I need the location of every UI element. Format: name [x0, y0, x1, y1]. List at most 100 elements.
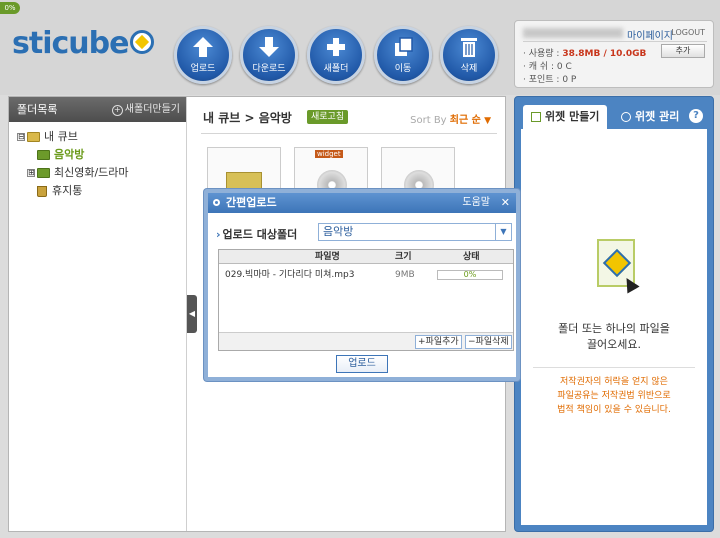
refresh-button[interactable]: 새로고침	[307, 110, 349, 124]
move-button-label: 이동	[394, 64, 412, 74]
cube-logo-icon	[130, 29, 155, 54]
add-file-button[interactable]: +파일추가	[415, 335, 462, 349]
plus-icon	[327, 38, 345, 56]
target-folder-select[interactable]: 음악방 ▼	[318, 223, 512, 241]
download-arrow-icon	[259, 37, 279, 57]
tree-item-label: 내 큐브	[44, 130, 78, 143]
tab-widget-manage-label: 위젯 관리	[635, 110, 680, 123]
expand-toggle[interactable]: ⊞	[27, 169, 35, 177]
dialog-title: 간편업로드	[226, 196, 277, 209]
top-bar: 0% sticube 업로드 다운로드 새폴더 이동 삭제 마이페이지 LOGO…	[0, 0, 720, 95]
dialog-help-link[interactable]: 도움말	[462, 193, 490, 213]
widget-tabs: 위젯 만들기 위젯 관리 ?	[515, 97, 713, 131]
user-name-blurred	[523, 28, 623, 38]
target-folder-label: 업로드 대상폴더	[216, 226, 298, 242]
file-size-cell: 9MB	[395, 270, 415, 280]
folder-sidebar: 폴더목록 새폴더만들기 ⊟ 내 큐브 음악방 ⊞ 최신영화/드라마 휴지통	[9, 97, 187, 531]
file-table-header: 파일명 크기 상태	[219, 250, 513, 264]
move-button[interactable]: 이동	[374, 26, 432, 84]
dialog-header: 간편업로드 도움말 ✕	[208, 193, 516, 213]
tab-widget-make-label: 위젯 만들기	[545, 110, 600, 123]
add-storage-button[interactable]: 추가	[661, 44, 705, 58]
close-icon[interactable]: ✕	[501, 193, 510, 213]
sort-label: Sort By	[410, 115, 447, 126]
chevron-down-icon[interactable]: ▼	[495, 224, 511, 240]
widget-drop-zone[interactable]: 폴더 또는 하나의 파일을 끌어오세요. 저작권자의 허락을 얻지 않은 파일공…	[521, 129, 707, 525]
widget-make-icon	[531, 112, 541, 122]
drop-line-2: 끌어오세요.	[586, 338, 642, 351]
gear-icon	[621, 112, 631, 122]
delete-button[interactable]: 삭제	[440, 26, 498, 84]
tree-item-music[interactable]: 음악방	[17, 146, 186, 164]
move-icon	[395, 37, 413, 56]
logout-link[interactable]: LOGOUT	[671, 28, 705, 37]
upload-button-label: 업로드	[190, 64, 216, 74]
upload-file-table: 파일명 크기 상태 029.빅마마 - 기다리다 미쳐.mp3 9MB 0% +…	[218, 249, 514, 351]
chevron-down-icon: ▼	[484, 116, 491, 126]
download-button[interactable]: 다운로드	[240, 26, 298, 84]
folder-icon	[37, 168, 50, 178]
tree-item-trash[interactable]: 휴지통	[17, 182, 186, 200]
user-panel-divider	[523, 41, 707, 42]
tab-widget-manage[interactable]: 위젯 관리	[613, 105, 687, 129]
dialog-icon	[213, 199, 220, 206]
progress-badge: 0%	[0, 2, 20, 14]
file-table-footer: +파일추가 −파일삭제	[219, 332, 513, 350]
user-panel: 마이페이지 LOGOUT · 사용량 : 38.8MB / 10.0GB 추가 …	[514, 20, 714, 88]
mypage-link[interactable]: 마이페이지	[627, 27, 673, 42]
upload-button[interactable]: 업로드	[174, 26, 232, 84]
help-icon[interactable]: ?	[689, 109, 703, 123]
warn-line-1: 저작권자의 허락을 얻지 않은	[560, 377, 668, 387]
widget-badge: widget	[315, 150, 343, 158]
folder-tree: ⊟ 내 큐브 음악방 ⊞ 최신영화/드라마 휴지통	[9, 122, 186, 200]
drop-instruction: 폴더 또는 하나의 파일을 끌어오세요.	[521, 321, 707, 353]
collapse-toggle[interactable]: ⊟	[17, 133, 25, 141]
point-row: · 포인트 : 0 P	[523, 72, 576, 85]
col-size: 크기	[395, 252, 412, 262]
cash-value: 0 C	[556, 62, 572, 72]
col-file-name: 파일명	[315, 252, 340, 262]
sidebar-title: 폴더목록	[17, 103, 58, 116]
download-button-label: 다운로드	[252, 64, 286, 74]
file-name-cell: 029.빅마마 - 기다리다 미쳐.mp3	[225, 270, 355, 280]
quick-upload-dialog: 간편업로드 도움말 ✕ 업로드 대상폴더 음악방 ▼ 파일명 크기 상태 029…	[204, 189, 520, 381]
tree-item-label: 음악방	[54, 148, 85, 161]
breadcrumb: 내 큐브 > 음악방	[203, 111, 292, 125]
target-folder-value: 음악방	[323, 225, 354, 238]
trash-icon	[461, 38, 477, 57]
sort-by[interactable]: Sort By 최근 순 ▼	[410, 111, 491, 126]
sticube-logo[interactable]: sticube	[12, 26, 155, 61]
tree-item-label: 최신영화/드라마	[54, 166, 129, 179]
usage-row: · 사용량 : 38.8MB / 10.0GB	[523, 46, 646, 59]
sort-value: 최근 순	[449, 115, 481, 126]
drop-line-1: 폴더 또는 하나의 파일을	[558, 322, 670, 335]
upload-submit-button[interactable]: 업로드	[336, 355, 388, 373]
sidebar-header: 폴더목록 새폴더만들기	[9, 97, 186, 122]
new-folder-button-label: 새폴더	[323, 64, 349, 74]
folder-icon	[27, 132, 40, 142]
upload-arrow-icon	[193, 37, 213, 57]
warn-line-2: 파일공유는 저작권법 위반으로	[557, 391, 671, 401]
point-label: · 포인트 :	[523, 75, 560, 85]
usage-value: 38.8MB / 10.0GB	[562, 49, 647, 59]
delete-file-button[interactable]: −파일삭제	[465, 335, 512, 349]
tree-item-my-cube[interactable]: ⊟ 내 큐브	[17, 128, 186, 146]
delete-button-label: 삭제	[460, 64, 478, 74]
usage-label: · 사용량 :	[523, 49, 560, 59]
warn-line-3: 법적 책임이 있을 수 있습니다.	[557, 405, 671, 415]
new-folder-button[interactable]: 새폴더	[307, 26, 365, 84]
cash-label: · 캐 쉬 :	[523, 62, 555, 72]
new-folder-link[interactable]: 새폴더만들기	[112, 97, 180, 122]
widget-divider	[533, 367, 695, 368]
trash-icon	[37, 185, 47, 197]
tab-widget-make[interactable]: 위젯 만들기	[523, 105, 608, 129]
folder-icon	[37, 150, 50, 160]
tree-item-label: 휴지통	[52, 184, 83, 197]
logo-text: sticube	[12, 26, 129, 61]
table-row[interactable]: 029.빅마마 - 기다리다 미쳐.mp3 9MB 0%	[219, 268, 513, 282]
cash-row: · 캐 쉬 : 0 C	[523, 59, 572, 72]
tree-item-movies[interactable]: ⊞ 최신영화/드라마	[17, 164, 186, 182]
widget-panel: 위젯 만들기 위젯 관리 ? 폴더 또는 하나의 파일을 끌어오세요. 저작권자…	[514, 96, 714, 532]
col-status: 상태	[463, 252, 480, 262]
content-divider	[201, 133, 497, 134]
